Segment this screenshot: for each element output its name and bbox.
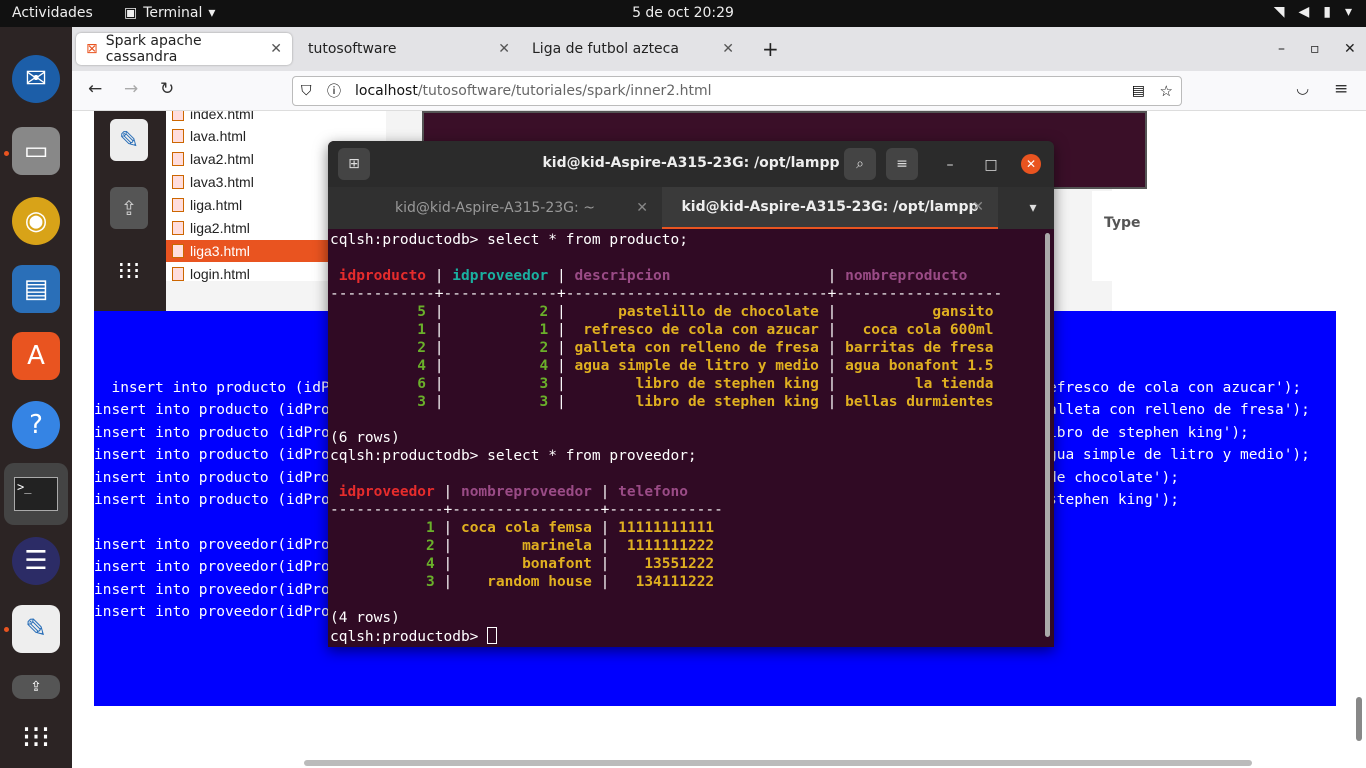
close-tab-icon[interactable]: ✕ bbox=[972, 199, 984, 215]
terminal-line: (4 rows) bbox=[330, 610, 400, 626]
terminal-line: 5 | 2 | pastelillo de chocolate | gansit… bbox=[330, 304, 994, 320]
minimize-icon[interactable]: – bbox=[1268, 33, 1295, 65]
terminal-scrollbar[interactable] bbox=[1045, 233, 1050, 637]
terminal-line: cqlsh:productodb> select * from producto… bbox=[330, 232, 688, 248]
reload-icon[interactable]: ↻ bbox=[160, 79, 174, 99]
clock[interactable]: 5 de oct 20:29 bbox=[0, 5, 1366, 21]
terminal-line: 6 | 3 | libro de stephen king | la tiend… bbox=[330, 376, 994, 392]
search-icon[interactable]: ⌕ bbox=[844, 148, 876, 180]
system-tray[interactable]: ◥ ◀ ▮ ▾ bbox=[1274, 4, 1352, 20]
vertical-scrollbar[interactable] bbox=[1356, 697, 1362, 741]
terminal-line: (6 rows) bbox=[330, 430, 400, 446]
insert-statements: insert into producto (idP insert into pr… bbox=[94, 380, 330, 621]
running-indicator bbox=[4, 627, 9, 632]
software-icon[interactable]: A bbox=[12, 332, 60, 380]
app-grid-icon[interactable]: ⁝⁝⁝ bbox=[12, 713, 60, 761]
terminal-line: idproveedor | nombreproveedor | telefono bbox=[338, 484, 688, 500]
text-editor-icon: ✎ bbox=[110, 119, 148, 161]
terminal-header: ⊞ kid@kid-Aspire-A315-23G: /opt/lampp ⌕ … bbox=[328, 141, 1054, 187]
dock: ✉ ▭ ◉ ▤ A ? >_ ☰ ✎ ⇪ ⁝⁝⁝ bbox=[0, 27, 72, 768]
terminal-line: 4 | bonafont | 13551222 bbox=[330, 556, 715, 572]
bookmark-star-icon[interactable]: ☆ bbox=[1160, 82, 1173, 100]
close-tab-icon[interactable]: ✕ bbox=[722, 41, 734, 57]
list-item: index.html bbox=[166, 111, 386, 125]
terminal-output[interactable]: cqlsh:productodb> select * from producto… bbox=[330, 231, 1046, 647]
tab-liga-de-futbol-azteca[interactable]: Liga de futbol azteca ✕ bbox=[522, 33, 744, 65]
pocket-icon[interactable]: ◡ bbox=[1296, 79, 1309, 97]
running-indicator bbox=[4, 151, 9, 156]
favicon-icon: ⊠ bbox=[86, 41, 98, 57]
rhythmbox-icon[interactable]: ◉ bbox=[12, 197, 60, 245]
maximize-icon[interactable]: □ bbox=[981, 155, 1001, 175]
back-icon[interactable]: ← bbox=[88, 79, 102, 99]
close-tab-icon[interactable]: ✕ bbox=[498, 41, 510, 57]
terminal-line: ------------+-------------+-------------… bbox=[330, 286, 1003, 302]
tab-tutosoftware[interactable]: tutosoftware ✕ bbox=[298, 33, 520, 65]
terminal-line: 4 | 4 | agua simple de litro y medio | a… bbox=[330, 358, 994, 374]
chevron-down-icon: ▾ bbox=[1344, 4, 1352, 20]
forward-icon[interactable]: → bbox=[124, 79, 138, 99]
terminal-line: 2 | marinela | 1111111222 bbox=[330, 538, 715, 554]
close-window-icon[interactable]: ✕ bbox=[1334, 33, 1366, 65]
minimize-icon[interactable]: – bbox=[940, 155, 960, 175]
usb-icon: ⇪ bbox=[110, 187, 148, 229]
tab-strip: ⊠ Spark apache cassandra ✕ tutosoftware ✕ L… bbox=[72, 27, 1366, 71]
terminal-line: 3 | random house | 134111222 bbox=[330, 574, 715, 590]
terminal-tab-home[interactable]: kid@kid-Aspire-A315-23G: ~ ✕ bbox=[328, 187, 662, 229]
horizontal-scrollbar[interactable] bbox=[304, 760, 1252, 766]
terminal-line: 1 | 1 | refresco de cola con azucar | co… bbox=[330, 322, 994, 338]
writer-icon[interactable]: ▤ bbox=[12, 265, 60, 313]
insert-statement-tails: efresco de cola con azucar'); alleta con… bbox=[1048, 380, 1310, 509]
help-icon[interactable]: ? bbox=[12, 401, 60, 449]
text-editor-icon[interactable]: ✎ bbox=[12, 605, 60, 653]
shield-icon: ⛉ bbox=[301, 83, 312, 99]
terminal-line: 2 | 2 | galleta con relleno de fresa | b… bbox=[330, 340, 994, 356]
thunderbird-icon[interactable]: ✉ bbox=[12, 55, 60, 103]
terminal-line: idproducto | idproveedor | descripcion |… bbox=[338, 268, 968, 284]
type-column: Type bbox=[1092, 191, 1182, 281]
nav-bar: ← → ↻ ⛉ ⓘ localhost/tutosoftware/tutoria… bbox=[72, 71, 1366, 111]
terminal-cursor bbox=[487, 627, 498, 644]
terminal-tabs: kid@kid-Aspire-A315-23G: ~ ✕ kid@kid-Aspi… bbox=[328, 187, 1054, 229]
info-icon: ⓘ bbox=[327, 84, 341, 100]
terminal-line: cqlsh:productodb> bbox=[330, 627, 1046, 645]
tab-spark-apache-cassandra[interactable]: ⊠ Spark apache cassandra ✕ bbox=[76, 33, 292, 65]
terminal-line: -------------+-----------------+--------… bbox=[330, 502, 723, 518]
battery-icon: ▮ bbox=[1323, 4, 1331, 20]
embedded-dock: ✎ ⇪ ⁝⁝⁝ bbox=[94, 111, 166, 311]
tab-list-chevron-icon[interactable]: ▾ bbox=[1018, 187, 1048, 229]
terminal-line: 1 | coca cola femsa | 11111111111 bbox=[330, 520, 715, 536]
terminal-icon[interactable]: >_ bbox=[4, 463, 68, 525]
close-tab-icon[interactable]: ✕ bbox=[636, 200, 648, 216]
reader-view-icon[interactable]: ▤ bbox=[1132, 83, 1145, 99]
url-bar[interactable]: ⛉ ⓘ localhost/tutosoftware/tutoriales/sp… bbox=[292, 76, 1182, 106]
terminal-line: 3 | 3 | libro de stephen king | bellas d… bbox=[330, 394, 994, 410]
terminal-tab-lampp[interactable]: kid@kid-Aspire-A315-23G: /opt/lampp ✕ bbox=[662, 187, 998, 229]
app-grid-icon: ⁝⁝⁝ bbox=[117, 257, 141, 285]
terminal-window[interactable]: ⊞ kid@kid-Aspire-A315-23G: /opt/lampp ⌕ … bbox=[328, 141, 1054, 647]
wifi-icon: ◥ bbox=[1273, 4, 1285, 20]
restore-icon[interactable]: ▫ bbox=[1300, 33, 1330, 65]
close-tab-icon[interactable]: ✕ bbox=[270, 41, 282, 57]
top-bar: Actividades ▣ Terminal ▾ 5 de oct 20:29 ◥ ◀… bbox=[0, 0, 1366, 27]
menu-icon[interactable]: ≡ bbox=[1334, 79, 1348, 99]
volume-icon: ◀ bbox=[1298, 4, 1310, 20]
eclipse-icon[interactable]: ☰ bbox=[12, 537, 60, 585]
files-icon[interactable]: ▭ bbox=[12, 127, 60, 175]
close-icon[interactable]: ✕ bbox=[1021, 154, 1041, 174]
terminal-line: cqlsh:productodb> select * from proveedo… bbox=[330, 448, 697, 464]
usb-icon[interactable]: ⇪ bbox=[12, 675, 60, 699]
menu-icon[interactable]: ≡ bbox=[886, 148, 918, 180]
new-tab-icon[interactable]: + bbox=[752, 33, 789, 65]
